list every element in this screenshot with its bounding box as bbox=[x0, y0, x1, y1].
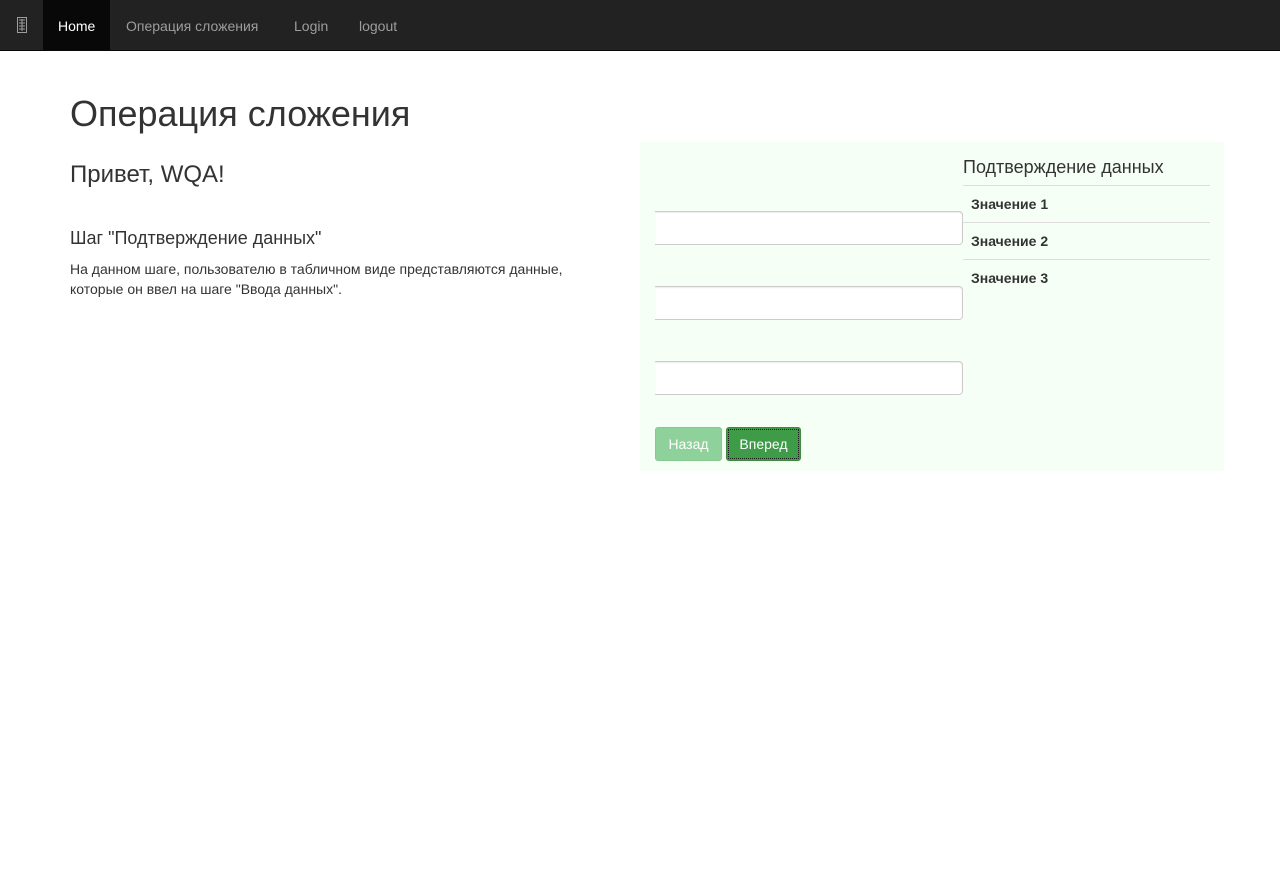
nav-logout[interactable]: logout bbox=[344, 0, 412, 50]
nav-login[interactable]: Login bbox=[279, 0, 343, 50]
table-row: Значение 1 bbox=[963, 185, 1210, 222]
back-button[interactable]: Назад bbox=[655, 427, 722, 461]
next-button[interactable]: Вперед bbox=[726, 427, 801, 461]
grid-icon bbox=[16, 17, 27, 33]
confirm-table: Значение 1 Значение 2 Значение 3 bbox=[963, 185, 1210, 296]
table-row: Значение 2 bbox=[963, 222, 1210, 259]
top-navbar: Home Операция сложения Login logout bbox=[0, 0, 1280, 51]
step-title: Шаг "Подтверждение данных" bbox=[70, 228, 322, 248]
value-3-input[interactable] bbox=[655, 361, 963, 395]
confirm-title: Подтверждение данных bbox=[963, 157, 1164, 177]
nav-home[interactable]: Home bbox=[43, 0, 111, 50]
nav-addition-operation[interactable]: Операция сложения bbox=[111, 0, 273, 50]
step-description: На данном шаге, пользователю в табличном… bbox=[70, 261, 563, 297]
value-2-input[interactable] bbox=[655, 286, 963, 320]
value-1-input[interactable] bbox=[655, 211, 963, 245]
table-row: Значение 3 bbox=[963, 259, 1210, 296]
greeting: Привет, WQA! bbox=[70, 161, 225, 188]
wizard-panel: Назад Вперед Подтверждение данных Значен… bbox=[640, 142, 1224, 471]
page-title: Операция сложения bbox=[70, 93, 411, 134]
navbar-brand[interactable] bbox=[0, 0, 43, 50]
